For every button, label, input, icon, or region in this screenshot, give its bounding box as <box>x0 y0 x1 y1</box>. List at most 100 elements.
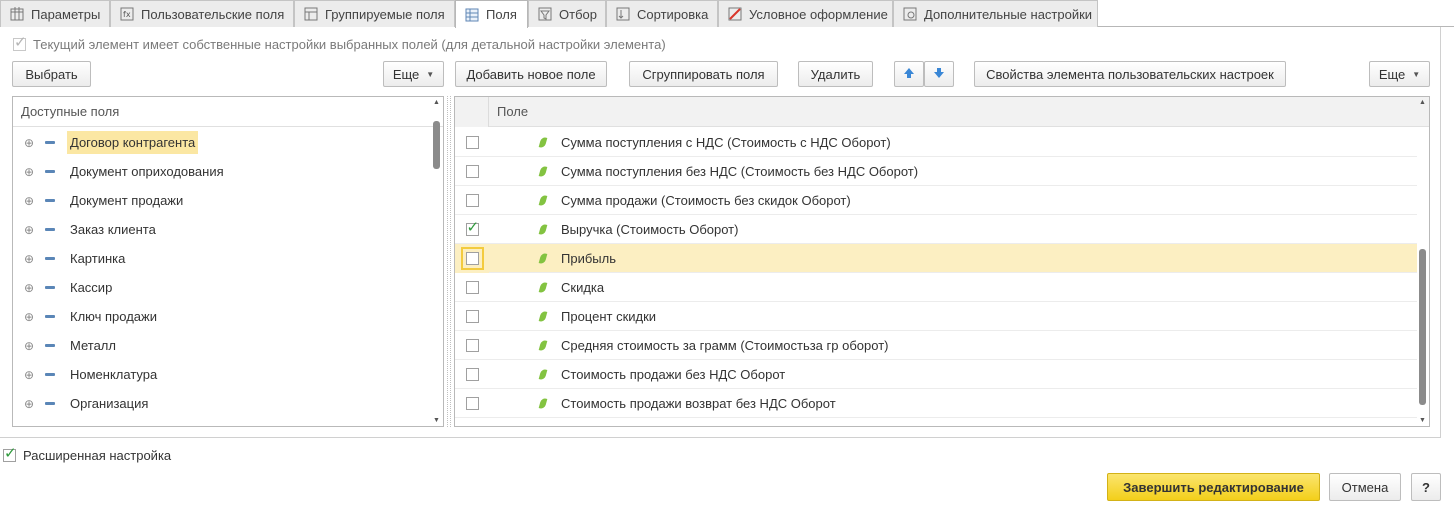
table-row[interactable]: Стоимость продажи возврат без НДС Оборот <box>455 389 1417 418</box>
help-button[interactable]: ? <box>1411 473 1441 501</box>
use-field-checkbox[interactable] <box>465 193 479 207</box>
list-item[interactable]: ⊕ Картинка <box>13 244 433 273</box>
field-leaf-icon <box>538 367 548 381</box>
check-icon: ✓ <box>14 34 27 51</box>
panel-splitter[interactable] <box>447 96 451 427</box>
item-label: Договор контрагента <box>67 131 199 154</box>
field-icon <box>45 141 55 144</box>
checkbox[interactable]: ✓ <box>3 446 17 462</box>
tab-custom-fields[interactable]: fx Пользовательские поля <box>110 0 294 27</box>
expand-icon[interactable]: ⊕ <box>23 194 35 208</box>
expand-icon[interactable]: ⊕ <box>23 339 35 353</box>
table-row[interactable]: Прибыль <box>455 243 1417 273</box>
button-label: ? <box>1422 479 1430 495</box>
item-label: Номенклатура <box>70 367 158 382</box>
list-item[interactable]: ⊕ Металл <box>13 331 433 360</box>
list-item[interactable]: ⊕ Заказ клиента <box>13 215 433 244</box>
move-down-button[interactable] <box>924 61 954 87</box>
own-settings-checkbox[interactable]: ✓ Текущий элемент имеет собственные наст… <box>13 34 666 52</box>
expand-icon[interactable]: ⊕ <box>23 223 35 237</box>
list-item[interactable]: ⊕ Организация <box>13 389 433 418</box>
tab-sort[interactable]: Сортировка <box>606 0 718 27</box>
scroll-thumb[interactable] <box>1419 249 1426 405</box>
tab-filter[interactable]: Отбор <box>528 0 606 27</box>
use-field-checkbox[interactable] <box>465 164 479 178</box>
use-field-checkbox[interactable] <box>460 246 484 270</box>
list-item[interactable]: ⊕ Договор контрагента <box>13 128 433 157</box>
list-item[interactable]: ⊕ Ключ продажи <box>13 302 433 331</box>
table-row[interactable]: ✓ Выручка (Стоимость Оборот) <box>455 215 1417 244</box>
vertical-scrollbar[interactable]: ▲ ▼ <box>432 99 441 424</box>
list-item[interactable]: ⊕ Документ продажи <box>13 186 433 215</box>
scroll-up-icon[interactable]: ▲ <box>432 99 441 106</box>
expand-icon[interactable]: ⊕ <box>23 281 35 295</box>
vertical-scrollbar[interactable]: ▲ ▼ <box>1418 99 1427 424</box>
select-button[interactable]: Выбрать <box>12 61 91 87</box>
field-label: Сумма поступления с НДС (Стоимость с НДС… <box>561 134 891 150</box>
use-field-checkbox[interactable]: ✓ <box>465 220 479 236</box>
field-leaf-icon <box>538 164 548 178</box>
custom-fields-icon: fx <box>119 6 135 22</box>
expand-icon[interactable]: ⊕ <box>23 368 35 382</box>
tab-fields[interactable]: Поля <box>455 0 528 28</box>
table-row[interactable]: Стоимость продажи без НДС Оборот <box>455 360 1417 389</box>
field-leaf-icon <box>538 280 548 294</box>
available-fields-list[interactable]: Доступные поля ⊕ Договор контрагента ⊕ Д… <box>12 96 444 427</box>
checkbox[interactable]: ✓ <box>13 34 27 51</box>
use-field-checkbox[interactable] <box>465 135 479 149</box>
more-button-right[interactable]: Еще ▼ <box>1369 61 1430 87</box>
selected-fields-list[interactable]: Поле Сумма поступления с НДС (Стоимость … <box>454 96 1430 427</box>
cancel-button[interactable]: Отмена <box>1329 473 1401 501</box>
expand-icon[interactable]: ⊕ <box>23 310 35 324</box>
list-item[interactable]: ⊕ Документ оприходования <box>13 157 433 186</box>
table-row[interactable]: Сумма поступления без НДС (Стоимость без… <box>455 157 1417 186</box>
settings-icon <box>902 6 918 22</box>
scroll-thumb[interactable] <box>433 121 440 169</box>
field-label: Сумма продажи (Стоимость без скидок Обор… <box>561 192 851 208</box>
table-row[interactable]: Скидка <box>455 273 1417 302</box>
use-field-checkbox[interactable] <box>465 338 479 352</box>
expand-icon[interactable]: ⊕ <box>23 397 35 411</box>
field-label: Выручка (Стоимость Оборот) <box>561 221 739 237</box>
advanced-setting-checkbox[interactable]: ✓ Расширенная настройка <box>3 446 171 463</box>
tab-label: Пользовательские поля <box>141 6 285 22</box>
table-row[interactable]: Процент скидки <box>455 302 1417 331</box>
tab-grouped-fields[interactable]: Группируемые поля <box>294 0 455 27</box>
delete-button[interactable]: Удалить <box>798 61 873 87</box>
tab-parameters[interactable]: Параметры <box>0 0 110 27</box>
use-field-checkbox[interactable] <box>465 309 479 323</box>
expand-icon[interactable]: ⊕ <box>23 136 35 150</box>
use-field-checkbox[interactable] <box>465 280 479 294</box>
table-row[interactable]: Сумма поступления с НДС (Стоимость с НДС… <box>455 128 1417 157</box>
field-label: Сумма поступления без НДС (Стоимость без… <box>561 163 919 179</box>
button-label: Удалить <box>810 66 861 82</box>
tab-conditional-format[interactable]: Условное оформление <box>718 0 893 27</box>
field-icon <box>45 257 55 260</box>
move-up-button[interactable] <box>894 61 924 87</box>
more-button-left[interactable]: Еще ▼ <box>383 61 444 87</box>
scroll-down-icon[interactable]: ▼ <box>432 417 441 424</box>
svg-text:fx: fx <box>123 10 131 19</box>
field-label: Прибыль <box>561 250 616 266</box>
use-field-checkbox[interactable] <box>465 367 479 381</box>
group-fields-button[interactable]: Сгруппировать поля <box>629 61 778 87</box>
scroll-up-icon[interactable]: ▲ <box>1418 99 1427 106</box>
finish-editing-button[interactable]: Завершить редактирование <box>1107 473 1320 501</box>
table-row[interactable]: Средняя стоимость за грамм (Стоимостьза … <box>455 331 1417 360</box>
element-properties-button[interactable]: Свойства элемента пользовательских настр… <box>974 61 1286 87</box>
field-leaf-icon <box>538 396 548 410</box>
table-row[interactable]: Сумма продажи (Стоимость без скидок Обор… <box>455 186 1417 215</box>
field-icon <box>45 286 55 289</box>
field-label: Средняя стоимость за грамм (Стоимостьза … <box>561 337 889 353</box>
tab-additional-settings[interactable]: Дополнительные настройки <box>893 0 1098 27</box>
expand-icon[interactable]: ⊕ <box>23 165 35 179</box>
expand-icon[interactable]: ⊕ <box>23 252 35 266</box>
checkbox-column-header <box>455 97 489 127</box>
use-field-checkbox[interactable] <box>465 396 479 410</box>
list-item[interactable]: ⊕ Номенклатура <box>13 360 433 389</box>
add-field-button[interactable]: Добавить новое поле <box>455 61 607 87</box>
list-item[interactable]: ⊕ Кассир <box>13 273 433 302</box>
scroll-down-icon[interactable]: ▼ <box>1418 417 1427 424</box>
chevron-down-icon: ▼ <box>1412 69 1421 79</box>
tab-bar: Параметры fx Пользовательские поля Групп… <box>0 0 1454 28</box>
